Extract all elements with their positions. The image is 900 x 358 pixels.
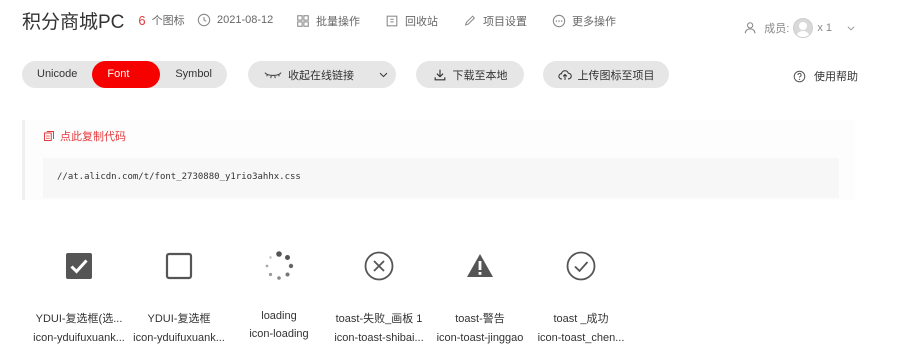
help-label: 使用帮助 [814, 71, 858, 83]
code-panel: 点此复制代码 //at.alicdn.com/t/font_2730880_y1… [22, 120, 855, 200]
icon-card[interactable]: loading icon-loading [229, 250, 329, 340]
upload-label: 上传图标至项目 [577, 69, 655, 82]
checkbox-checked-icon [66, 253, 92, 279]
help-icon [793, 70, 806, 82]
icon-name: YDUI-复选框 [147, 313, 211, 325]
help-link[interactable]: 使用帮助 [793, 68, 858, 84]
toast-fail-icon [364, 251, 394, 281]
batch-ops-label: 批量操作 [316, 16, 360, 28]
icon-code: icon-toast-jinggao [436, 332, 524, 344]
eye-closed-icon [264, 72, 282, 79]
code-box: //at.alicdn.com/t/font_2730880_y1rio3ahh… [43, 158, 839, 198]
created-date-text: 2021-08-12 [217, 14, 274, 26]
project-settings-button[interactable]: 项目设置 [463, 13, 527, 29]
avatar [793, 18, 814, 38]
pencil-icon [464, 15, 476, 26]
icon-card[interactable]: toast-警告 icon-toast-jinggao [430, 250, 530, 344]
icon-code: icon-toast-shibai... [334, 332, 424, 344]
upload-button[interactable]: 上传图标至项目 [543, 61, 669, 88]
project-settings-label: 项目设置 [483, 16, 527, 28]
icon-name: loading [261, 310, 297, 322]
trash-icon [386, 15, 398, 27]
project-title: 积分商城PC [22, 11, 125, 33]
code-type-tabs: Unicode Font class Symbol [22, 61, 227, 107]
icon-code: icon-yduifuxuank... [133, 332, 225, 344]
members-label: 成员: [764, 23, 790, 35]
toast-success-icon [566, 251, 596, 281]
cloud-upload-icon [557, 69, 572, 80]
more-ops-button[interactable]: 更多操作 [552, 13, 616, 29]
download-icon [434, 69, 445, 80]
members-count: x 1 [817, 22, 832, 34]
chevron-down-icon [379, 72, 388, 78]
icon-card[interactable]: toast _成功 icon-toast_chen... [531, 250, 631, 344]
created-date: 2021-08-12 [197, 13, 273, 27]
members-dropdown[interactable]: 成员: x 1 [744, 18, 856, 38]
loading-icon [265, 251, 294, 280]
icon-name: toast-失败_画板 1 [335, 313, 423, 325]
tab-unicode[interactable]: Unicode [22, 61, 92, 88]
icon-card[interactable]: YDUI-复选框(选... icon-yduifuxuank... [29, 250, 129, 344]
icon-name: toast-警告 [455, 313, 505, 325]
tab-symbol[interactable]: Symbol [160, 61, 227, 88]
icon-card[interactable]: YDUI-复选框 icon-yduifuxuank... [129, 250, 229, 344]
toast-warning-icon [467, 254, 493, 277]
batch-ops-button[interactable]: 批量操作 [296, 13, 360, 29]
icon-count-label: 个图标 [151, 15, 185, 27]
tab-font-class[interactable]: Font class [92, 61, 161, 107]
copy-code-label: 点此复制代码 [60, 131, 126, 143]
icon-count: 6 [138, 12, 146, 28]
clock-icon [197, 13, 211, 27]
download-button[interactable]: 下载至本地 [416, 61, 524, 88]
more-icon [552, 14, 566, 28]
chevron-down-icon [847, 26, 855, 31]
icon-name: toast _成功 [553, 313, 609, 325]
icon-code: icon-toast_chen... [537, 332, 625, 344]
checkbox-icon [165, 252, 193, 280]
icon-code: icon-yduifuxuank... [33, 332, 125, 344]
icon-code: icon-loading [249, 328, 309, 340]
collapse-link-button[interactable]: 收起在线链接 [248, 61, 396, 88]
copy-code-button[interactable]: 点此复制代码 [43, 128, 126, 144]
members-icon [745, 22, 756, 34]
grid-icon [297, 15, 309, 27]
icon-name: YDUI-复选框(选... [35, 313, 123, 325]
icon-card[interactable]: toast-失败_画板 1 icon-toast-shibai... [329, 250, 429, 344]
download-label: 下载至本地 [452, 69, 508, 82]
recycle-bin-button[interactable]: 回收站 [385, 13, 438, 29]
css-url[interactable]: //at.alicdn.com/t/font_2730880_y1rio3ahh… [57, 172, 301, 182]
project-header: 积分商城PC 6 个图标 [22, 8, 185, 33]
collapse-link-label: 收起在线链接 [288, 69, 354, 82]
copy-icon [44, 131, 54, 141]
recycle-bin-label: 回收站 [405, 16, 438, 28]
more-ops-label: 更多操作 [572, 16, 616, 28]
